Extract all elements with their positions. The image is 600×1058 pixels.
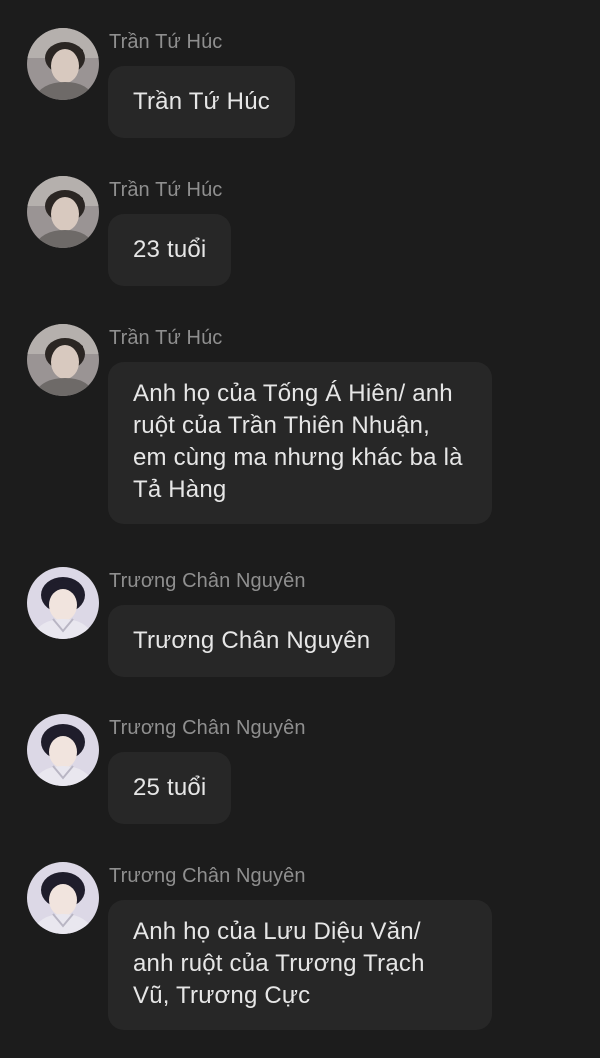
message-text: 25 tuổi [133,774,207,801]
message-bubble[interactable]: 23 tuổi [108,214,232,286]
avatar[interactable] [27,567,99,639]
sender-name: Trần Tứ Húc [109,327,223,349]
person-photo-avatar-icon [27,862,99,934]
sender-name: Trương Chân Nguyên [109,865,306,887]
avatar[interactable] [27,714,99,786]
sender-name: Trương Chân Nguyên [109,570,306,592]
person-photo-avatar-icon [27,28,99,100]
message-text: Trương Chân Nguyên [133,627,371,654]
avatar[interactable] [27,28,99,100]
avatar[interactable] [27,176,99,248]
person-photo-avatar-icon [27,176,99,248]
sender-name: Trần Tứ Húc [109,31,223,53]
avatar[interactable] [27,862,99,934]
person-photo-avatar-icon [27,324,99,396]
message-bubble[interactable]: Anh họ của Tống Á Hiên/ anh ruột của Trầ… [108,362,492,524]
sender-name: Trần Tứ Húc [109,179,223,201]
message-text: Trần Tứ Húc [133,88,270,115]
message-text: Anh họ của Tống Á Hiên/ anh ruột của Trầ… [133,380,463,503]
chat-thread: Trần Tứ Húc Trần Tứ Húc Trần Tứ Húc 23 t… [0,0,600,1058]
sender-name: Trương Chân Nguyên [109,717,306,739]
avatar[interactable] [27,324,99,396]
message-bubble[interactable]: 25 tuổi [108,752,232,824]
person-photo-avatar-icon [27,714,99,786]
person-photo-avatar-icon [27,567,99,639]
message-bubble[interactable]: Trương Chân Nguyên [108,605,396,677]
message-bubble[interactable]: Trần Tứ Húc [108,66,295,138]
message-text: Anh họ của Lưu Diệu Văn/ anh ruột của Tr… [133,918,425,1009]
message-text: 23 tuổi [133,236,207,263]
message-bubble[interactable]: Anh họ của Lưu Diệu Văn/ anh ruột của Tr… [108,900,492,1030]
